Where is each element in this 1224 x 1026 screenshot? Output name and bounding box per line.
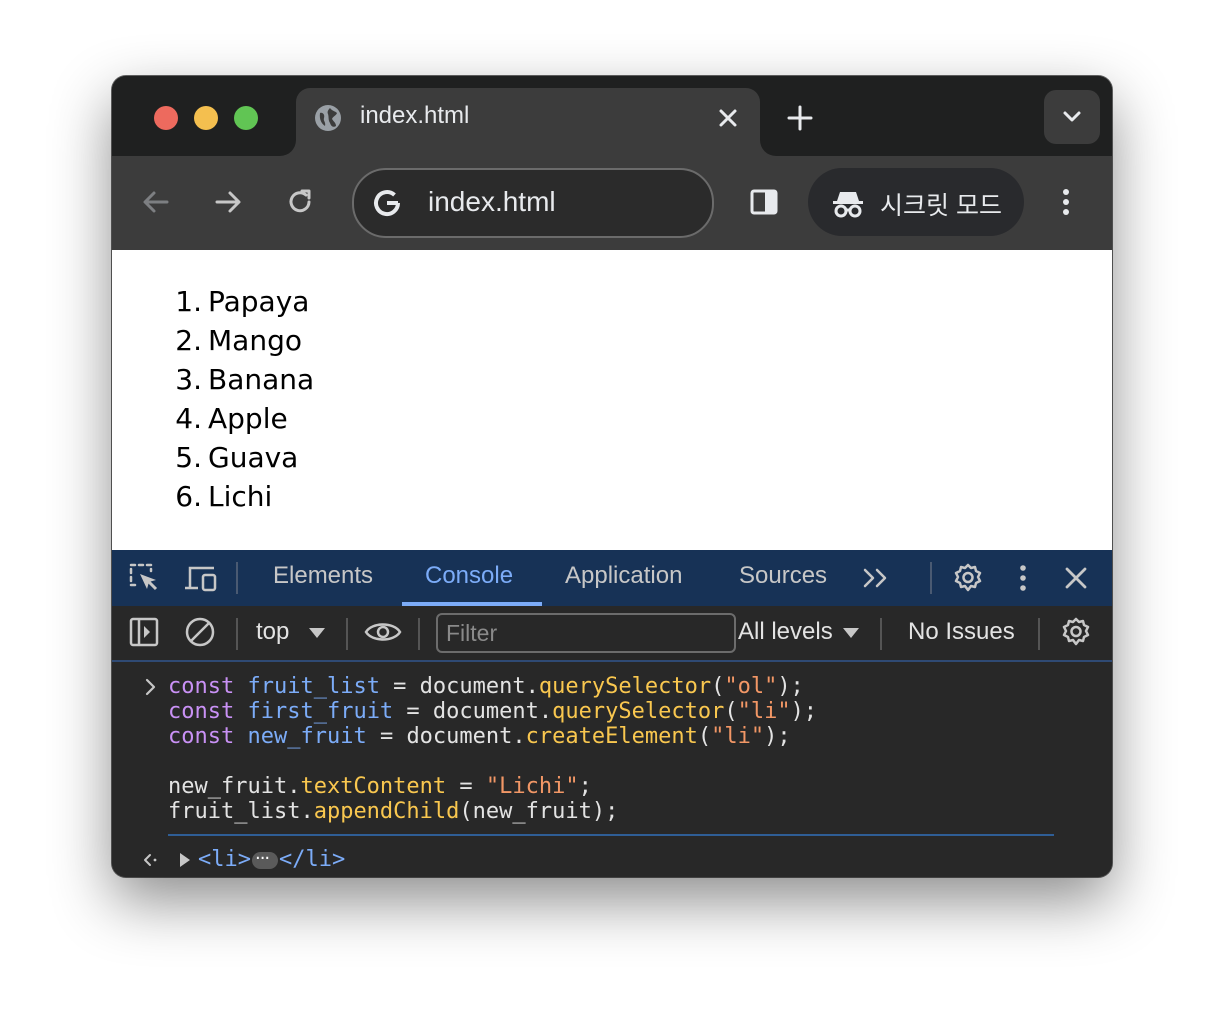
side-panel-icon[interactable] xyxy=(748,186,780,218)
tab-console[interactable]: Console xyxy=(425,562,513,590)
divider xyxy=(930,562,932,594)
list-item: 2. Mango xyxy=(168,321,314,360)
divider xyxy=(236,562,238,594)
tab-search-button[interactable] xyxy=(1044,90,1100,144)
globe-icon xyxy=(315,105,341,131)
close-icon[interactable] xyxy=(714,104,742,132)
list-number: 3. xyxy=(175,363,202,396)
eye-icon[interactable] xyxy=(364,618,402,646)
devtools-panel: Elements Console Application Sources top… xyxy=(112,550,1112,877)
browser-window: index.html index.html 시크릿 모드 1. Papaya 2… xyxy=(112,76,1112,877)
browser-toolbar: index.html 시크릿 모드 xyxy=(112,156,1112,250)
code-line: const fruit_list = document.querySelecto… xyxy=(168,674,804,699)
divider xyxy=(880,618,882,650)
divider xyxy=(1038,618,1040,650)
tab-application[interactable]: Application xyxy=(565,562,682,590)
browser-tab[interactable]: index.html xyxy=(296,88,760,156)
fruit-list: 1. Papaya 2. Mango 3. Banana 4. Apple 5. Guav… xyxy=(168,282,314,516)
list-number: 6. xyxy=(175,480,202,513)
title-bar: index.html xyxy=(112,76,1112,156)
list-item: 1. Papaya xyxy=(168,282,314,321)
list-number: 5. xyxy=(175,441,202,474)
more-tabs-icon[interactable] xyxy=(862,566,890,590)
tab-sources[interactable]: Sources xyxy=(739,562,827,590)
incognito-label: 시크릿 모드 xyxy=(880,192,1002,220)
prompt-chevron-icon xyxy=(145,678,156,696)
list-number: 1. xyxy=(175,285,202,318)
filter-input[interactable] xyxy=(436,613,736,653)
divider xyxy=(236,618,238,650)
back-arrow-icon[interactable] xyxy=(140,186,172,218)
close-icon[interactable] xyxy=(1062,564,1090,592)
more-menu-icon[interactable] xyxy=(1054,186,1078,218)
list-item-text: Mango xyxy=(208,324,302,357)
forward-arrow-icon[interactable] xyxy=(212,186,244,218)
close-window-button[interactable] xyxy=(154,106,178,130)
code-line: new_fruit.textContent = "Lichi"; xyxy=(168,774,592,799)
inspect-element-icon[interactable] xyxy=(128,562,160,594)
settings-gear-icon[interactable] xyxy=(952,562,984,594)
reload-icon[interactable] xyxy=(284,186,316,218)
issues-counter[interactable]: No Issues xyxy=(908,618,1015,646)
console-filter-bar: top All levels No Issues xyxy=(112,606,1112,662)
maximize-window-button[interactable] xyxy=(234,106,258,130)
list-number: 4. xyxy=(175,402,202,435)
incognito-indicator[interactable]: 시크릿 모드 xyxy=(808,168,1024,236)
list-item-text: Apple xyxy=(208,402,288,435)
return-arrow-icon xyxy=(144,854,157,866)
device-toolbar-icon[interactable] xyxy=(184,562,218,594)
tab-title: index.html xyxy=(360,102,470,129)
dropdown-triangle-icon xyxy=(309,628,325,638)
list-item-text: Lichi xyxy=(208,480,273,513)
minimize-window-button[interactable] xyxy=(194,106,218,130)
new-tab-icon[interactable] xyxy=(784,102,816,134)
tab-elements[interactable]: Elements xyxy=(273,562,373,590)
code-line: fruit_list.appendChild(new_fruit); xyxy=(168,799,619,824)
list-item-text: Guava xyxy=(208,441,299,474)
dropdown-triangle-icon xyxy=(843,628,859,638)
expand-triangle-icon[interactable] xyxy=(178,852,192,868)
log-levels-label: All levels xyxy=(738,618,833,645)
google-g-icon xyxy=(374,190,401,217)
chevron-down-icon xyxy=(1063,111,1081,122)
devtools-menu-icon[interactable] xyxy=(1012,562,1034,594)
devtools-tab-bar: Elements Console Application Sources xyxy=(112,550,1112,606)
list-item: 6. Lichi xyxy=(168,477,314,516)
incognito-icon xyxy=(833,192,863,218)
list-number: 2. xyxy=(175,324,202,357)
result-element[interactable]: <li></li> xyxy=(198,846,345,873)
code-line: const new_fruit = document.createElement… xyxy=(168,724,791,749)
clear-console-icon[interactable] xyxy=(184,616,216,648)
console-output[interactable]: const fruit_list = document.querySelecto… xyxy=(112,662,1112,877)
console-settings-gear-icon[interactable] xyxy=(1060,616,1092,648)
list-item-text: Banana xyxy=(208,363,315,396)
list-item: 4. Apple xyxy=(168,399,314,438)
web-page: 1. Papaya 2. Mango 3. Banana 4. Apple 5. Guav… xyxy=(112,250,1112,550)
address-url: index.html xyxy=(428,186,556,217)
list-item-text: Papaya xyxy=(208,285,310,318)
list-item: 5. Guava xyxy=(168,438,314,477)
divider xyxy=(346,618,348,650)
ellipsis-badge[interactable] xyxy=(251,846,278,871)
code-line: const first_fruit = document.querySelect… xyxy=(168,699,818,724)
list-item: 3. Banana xyxy=(168,360,314,399)
console-input-underline xyxy=(168,834,1054,836)
divider xyxy=(418,618,420,650)
context-label: top xyxy=(256,618,290,645)
address-bar[interactable]: index.html xyxy=(352,168,714,238)
sidebar-toggle-icon[interactable] xyxy=(128,616,160,648)
